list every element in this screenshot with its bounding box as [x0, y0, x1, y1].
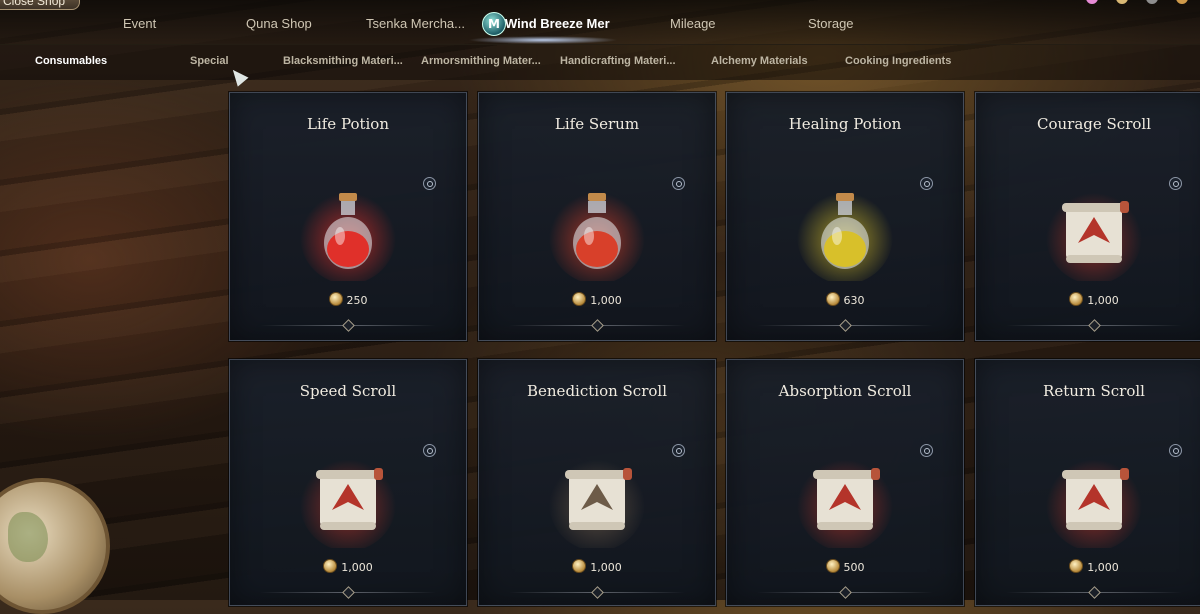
divider-ornament-icon — [839, 319, 852, 332]
tab-event[interactable]: Event — [123, 0, 156, 44]
divider-ornament-icon — [591, 319, 604, 332]
active-tab-indicator — [468, 36, 618, 44]
decorative-globe — [0, 478, 110, 614]
item-name: Life Potion — [307, 115, 389, 133]
tab-quna-shop[interactable]: Quna Shop — [246, 0, 312, 44]
price-value: 1,000 — [590, 294, 622, 307]
price-value: 1,000 — [590, 561, 622, 574]
top-right-icons — [1086, 0, 1188, 4]
shop-item-card-healing-potion[interactable]: Healing Potion 630 — [726, 92, 964, 341]
zoom-icon[interactable] — [920, 444, 933, 457]
scroll-shield-emblem-icon — [797, 455, 893, 548]
scroll-bird-emblem-icon — [1046, 188, 1142, 281]
top-tab-bar: Close Shop Event Quna Shop Tsenka Mercha… — [0, 0, 1200, 45]
tab-storage[interactable]: Storage — [808, 0, 854, 44]
currency-icon — [1146, 0, 1158, 4]
shop-item-card-life-potion[interactable]: Life Potion 250 — [229, 92, 467, 341]
merchant-badge-icon: M — [482, 12, 506, 36]
item-price: 1,000 — [976, 559, 1200, 574]
subtab-alchemy-materials[interactable]: Alchemy Materials — [711, 44, 808, 78]
item-name: Absorption Scroll — [778, 382, 912, 400]
item-price: 250 — [230, 292, 466, 307]
divider-ornament-icon — [839, 586, 852, 599]
item-name: Return Scroll — [1043, 382, 1145, 400]
gold-coin-icon — [572, 559, 587, 573]
zoom-icon[interactable] — [920, 177, 933, 190]
shop-item-card-benediction-scroll[interactable]: Benediction Scroll 1,000 — [478, 359, 716, 606]
item-price: 1,000 — [230, 559, 466, 574]
yellow-potion-flask-icon — [797, 188, 893, 281]
subtab-consumables[interactable]: Consumables — [35, 44, 107, 78]
gold-coin-icon — [825, 559, 840, 573]
scroll-return-emblem-icon — [1046, 455, 1142, 548]
price-value: 500 — [843, 561, 865, 574]
item-price: 1,000 — [976, 292, 1200, 307]
gold-coin-icon — [572, 292, 587, 306]
price-value: 630 — [843, 294, 865, 307]
item-name: Speed Scroll — [299, 382, 397, 400]
subtab-cooking-ingredients[interactable]: Cooking Ingredients — [845, 44, 951, 78]
zoom-icon[interactable] — [423, 177, 436, 190]
close-shop-button[interactable]: Close Shop — [0, 0, 81, 10]
shop-item-card-return-scroll[interactable]: Return Scroll 1,000 — [975, 359, 1200, 606]
shop-item-card-life-serum[interactable]: Life Serum 1,000 — [478, 92, 716, 341]
price-value: 1,000 — [1087, 561, 1119, 574]
zoom-icon[interactable] — [423, 444, 436, 457]
tab-tsenka-merchant[interactable]: Tsenka Mercha... — [366, 0, 465, 44]
gold-coin-icon — [323, 559, 338, 573]
gold-coin-icon — [328, 292, 343, 306]
price-value: 1,000 — [1087, 294, 1119, 307]
subtab-special[interactable]: Special — [190, 44, 229, 78]
item-price: 1,000 — [479, 559, 715, 574]
gem-icon — [1086, 0, 1098, 4]
item-name: Healing Potion — [788, 115, 902, 133]
shop-item-card-absorption-scroll[interactable]: Absorption Scroll 500 — [726, 359, 964, 606]
item-price: 630 — [727, 292, 963, 307]
divider-ornament-icon — [1088, 586, 1101, 599]
shop-item-card-speed-scroll[interactable]: Speed Scroll 1,000 — [229, 359, 467, 606]
item-name: Life Serum — [554, 115, 640, 133]
zoom-icon[interactable] — [672, 177, 685, 190]
red-potion-flask-icon — [300, 188, 396, 281]
scroll-speed-emblem-icon — [300, 455, 396, 548]
shop-item-card-courage-scroll[interactable]: Courage Scroll 1,000 — [975, 92, 1200, 341]
item-name: Benediction Scroll — [527, 382, 667, 400]
scroll-star-emblem-icon — [549, 455, 645, 548]
silver-coin-icon — [1176, 0, 1188, 4]
subtab-blacksmithing-materials[interactable]: Blacksmithing Materi... — [283, 44, 403, 78]
divider-ornament-icon — [1088, 319, 1101, 332]
item-price: 1,000 — [479, 292, 715, 307]
category-tab-bar: Consumables Special Blacksmithing Materi… — [0, 44, 1200, 80]
divider-ornament-icon — [342, 586, 355, 599]
divider-ornament-icon — [591, 586, 604, 599]
gold-coin-icon — [1069, 292, 1084, 306]
zoom-icon[interactable] — [1169, 444, 1182, 457]
gold-coin-icon — [1069, 559, 1084, 573]
price-value: 1,000 — [341, 561, 373, 574]
zoom-icon[interactable] — [1169, 177, 1182, 190]
zoom-icon[interactable] — [672, 444, 685, 457]
price-value: 250 — [346, 294, 368, 307]
tab-mileage[interactable]: Mileage — [670, 0, 716, 44]
divider-ornament-icon — [342, 319, 355, 332]
subtab-armorsmithing-materials[interactable]: Armorsmithing Mater... — [421, 44, 541, 78]
gold-coin-icon — [1116, 0, 1128, 4]
gold-coin-icon — [825, 292, 840, 306]
item-name: Courage Scroll — [1036, 115, 1151, 133]
item-price: 500 — [727, 559, 963, 574]
red-serum-bottle-icon — [549, 188, 645, 281]
subtab-handicrafting-materials[interactable]: Handicrafting Materi... — [560, 44, 676, 78]
